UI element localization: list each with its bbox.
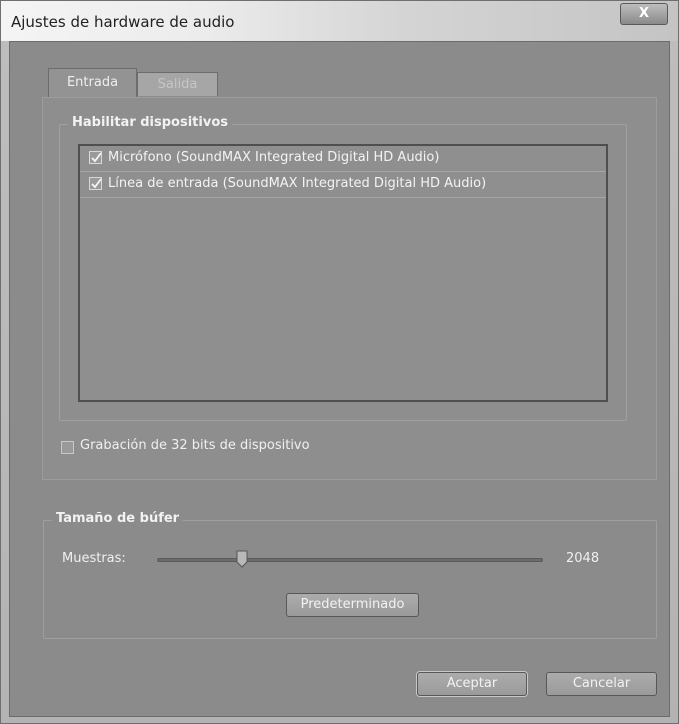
buffer-group: Tamaño de búfer (43, 511, 657, 639)
checkmark-icon (91, 178, 102, 189)
device-list[interactable]: Micrófono (SoundMAX Integrated Digital H… (78, 144, 608, 402)
devices-group-label: Habilitar dispositivos (68, 115, 232, 130)
linea-entrada-checkbox[interactable] (89, 177, 102, 190)
microfono-label: Micrófono (SoundMAX Integrated Digital H… (108, 150, 440, 165)
tab-entrada[interactable]: Entrada (48, 68, 137, 98)
linea-entrada-label: Línea de entrada (SoundMAX Integrated Di… (108, 176, 487, 191)
default-button[interactable]: Predeterminado (286, 593, 419, 617)
samples-label: Muestras: (62, 551, 126, 566)
close-button[interactable]: X (620, 3, 668, 25)
slider-thumb-icon[interactable] (236, 550, 248, 568)
list-item-linea-entrada[interactable]: Línea de entrada (SoundMAX Integrated Di… (80, 172, 606, 198)
bit32-label: Grabación de 32 bits de dispositivo (80, 438, 310, 453)
buffer-group-label: Tamaño de búfer (52, 511, 184, 526)
ok-button[interactable]: Aceptar (417, 672, 527, 696)
buffer-value: 2048 (566, 551, 600, 566)
cancel-button[interactable]: Cancelar (546, 672, 657, 696)
close-icon: X (638, 6, 650, 21)
bit32-checkbox[interactable] (61, 441, 74, 454)
buffer-slider-track[interactable] (157, 558, 543, 562)
tab-salida[interactable]: Salida (137, 72, 218, 96)
microfono-checkbox[interactable] (89, 151, 102, 164)
window-title: Ajustes de hardware de audio (11, 13, 235, 31)
list-item-microfono[interactable]: Micrófono (SoundMAX Integrated Digital H… (80, 146, 606, 172)
title-bar: Ajustes de hardware de audio X (1, 1, 678, 41)
checkmark-icon (91, 152, 102, 163)
